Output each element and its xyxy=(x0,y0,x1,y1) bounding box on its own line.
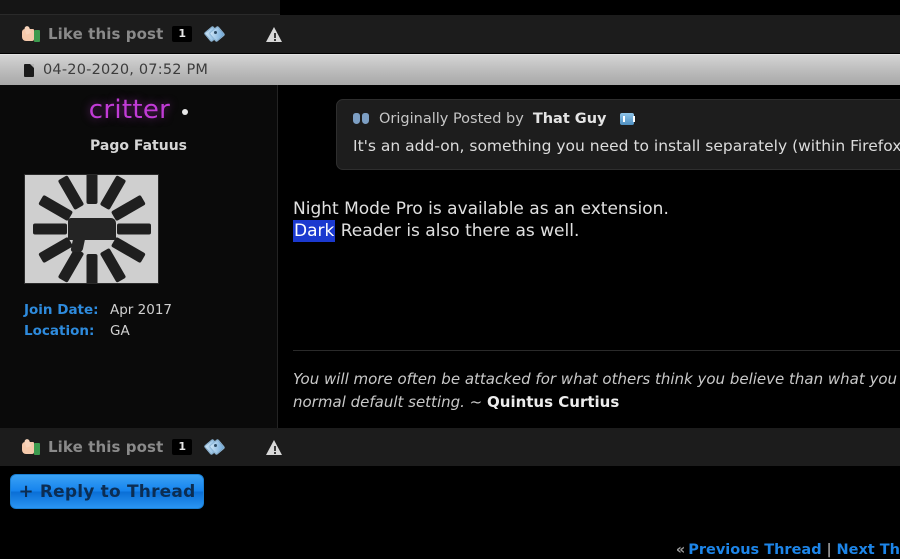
warning-triangle-icon[interactable] xyxy=(266,26,283,42)
plus-icon: + xyxy=(18,481,34,502)
post-container: critter Pago Fatuus Join Date: Apr 2017 … xyxy=(0,85,900,428)
top-strip-left xyxy=(0,0,280,15)
like-bar-bottom: Like this post 1 xyxy=(0,428,900,466)
like-bar-top: Like this post 1 xyxy=(0,15,900,53)
reply-to-thread-label: Reply to Thread xyxy=(39,481,196,502)
selected-text: Dark xyxy=(293,220,336,242)
previous-chevron-icon: « xyxy=(675,542,686,558)
post-body: Night Mode Pro is available as an extens… xyxy=(293,198,900,242)
thread-nav-separator: | xyxy=(826,542,832,558)
post-date: 04-20-2020, 07:52 PM xyxy=(43,62,209,78)
location-label: Location: xyxy=(24,323,95,339)
post-body-line-2-rest: Reader is also there as well. xyxy=(335,221,580,241)
top-strip-right xyxy=(280,0,900,15)
signature-line-2-prefix: normal default setting. ~ xyxy=(293,393,488,411)
like-count-badge: 1 xyxy=(172,439,193,455)
quote-text: It's an add-on, something you need to in… xyxy=(353,137,900,155)
username-row: critter xyxy=(0,85,277,125)
signature-divider xyxy=(293,350,900,351)
avatar[interactable] xyxy=(24,174,159,284)
signature-line-2: normal default setting. ~ Quintus Curtiu… xyxy=(293,391,897,414)
quote-prefix: Originally Posted by xyxy=(379,111,524,127)
post-message: Originally Posted by That Guy It's an ad… xyxy=(279,85,900,428)
post-date-bar: 04-20-2020, 07:52 PM xyxy=(0,54,900,85)
tag-icon[interactable] xyxy=(203,25,226,42)
like-this-post-label[interactable]: Like this post xyxy=(48,25,163,43)
post-body-line-1: Night Mode Pro is available as an extens… xyxy=(293,199,669,219)
post-body-line-2: Dark Reader is also there as well. xyxy=(293,220,900,242)
signature: You will more often be attacked for what… xyxy=(293,368,897,414)
join-date-value: Apr 2017 xyxy=(110,302,173,318)
username[interactable]: critter xyxy=(89,95,170,125)
post-user-info: critter Pago Fatuus Join Date: Apr 2017 … xyxy=(0,85,278,428)
like-this-post-label[interactable]: Like this post xyxy=(48,438,163,456)
thumbs-up-icon[interactable] xyxy=(22,437,41,456)
thumbs-up-icon[interactable] xyxy=(22,24,41,43)
previous-thread-link[interactable]: Previous Thread xyxy=(688,542,821,558)
signature-line-1: You will more often be attacked for what… xyxy=(293,370,898,388)
thread-navigation: «Previous Thread | Next Th xyxy=(676,542,900,558)
tag-icon[interactable] xyxy=(203,438,226,455)
quote-marks-icon xyxy=(353,112,370,126)
join-date-label: Join Date: xyxy=(24,302,99,318)
warning-triangle-icon[interactable] xyxy=(266,439,283,455)
signature-attribution: Quintus Curtius xyxy=(487,393,620,411)
quote-header: Originally Posted by That Guy xyxy=(353,111,900,127)
user-field-join-date: Join Date: Apr 2017 xyxy=(24,300,277,321)
page-icon[interactable] xyxy=(24,63,34,77)
next-thread-link[interactable]: Next Th xyxy=(836,542,900,558)
user-title: Pago Fatuus xyxy=(90,138,187,154)
forum-thread-page: Like this post 1 04-20-2020, 07:52 PM cr… xyxy=(0,0,900,559)
quote-author[interactable]: That Guy xyxy=(533,111,607,127)
reply-to-thread-button[interactable]: + Reply to Thread xyxy=(10,474,204,509)
like-count-badge: 1 xyxy=(172,26,193,42)
quote-box: Originally Posted by That Guy It's an ad… xyxy=(336,99,900,170)
location-value: GA xyxy=(110,323,130,339)
user-field-location: Location: GA xyxy=(24,321,277,342)
view-post-icon[interactable] xyxy=(620,113,636,125)
pistol-shape xyxy=(67,218,116,240)
user-fields: Join Date: Apr 2017 Location: GA xyxy=(24,300,277,342)
online-dot xyxy=(182,109,189,115)
